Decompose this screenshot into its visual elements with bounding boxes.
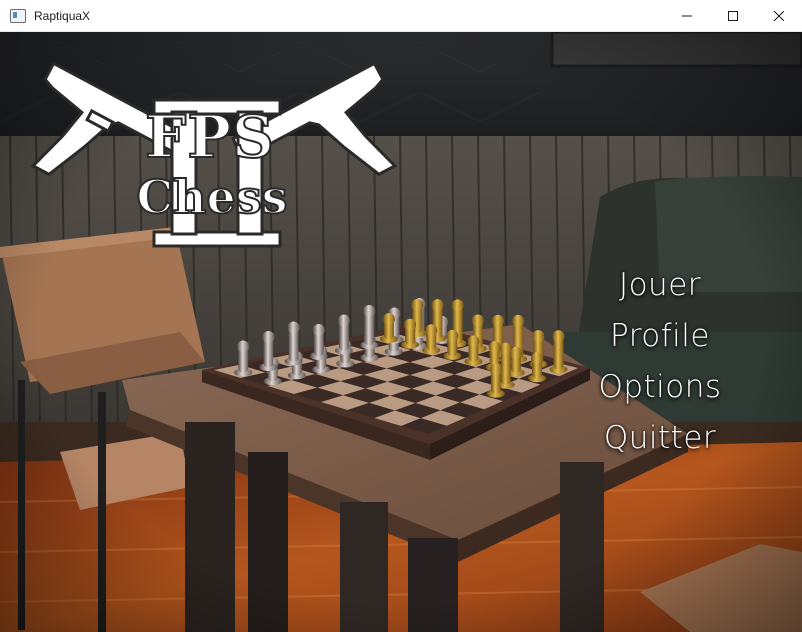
app-window-icon (10, 8, 26, 23)
logo-subtitle: Chess (135, 170, 288, 224)
menu-item-profile[interactable]: Profile (560, 311, 760, 362)
close-button[interactable] (756, 0, 802, 31)
game-logo: FPS Chess (22, 61, 412, 260)
menu-item-options[interactable]: Options (560, 362, 760, 413)
main-menu: Jouer Profile Options Quitter (560, 260, 760, 464)
logo-title: FPS (144, 103, 275, 171)
maximize-button[interactable] (710, 0, 756, 31)
minimize-icon (682, 15, 692, 16)
window-controls (664, 0, 802, 31)
menu-item-quitter[interactable]: Quitter (560, 413, 760, 464)
game-scene[interactable]: FPS Chess Jouer Profile Options Quitter (0, 32, 802, 632)
menu-item-jouer[interactable]: Jouer (560, 260, 760, 311)
window-title: RaptiquaX (34, 8, 91, 23)
title-bar[interactable]: RaptiquaX (0, 0, 802, 32)
maximize-icon (728, 10, 738, 21)
game-window: RaptiquaX FPS Chess Jouer Profile Option… (0, 0, 802, 632)
close-icon (774, 10, 784, 21)
minimize-button[interactable] (664, 0, 710, 31)
